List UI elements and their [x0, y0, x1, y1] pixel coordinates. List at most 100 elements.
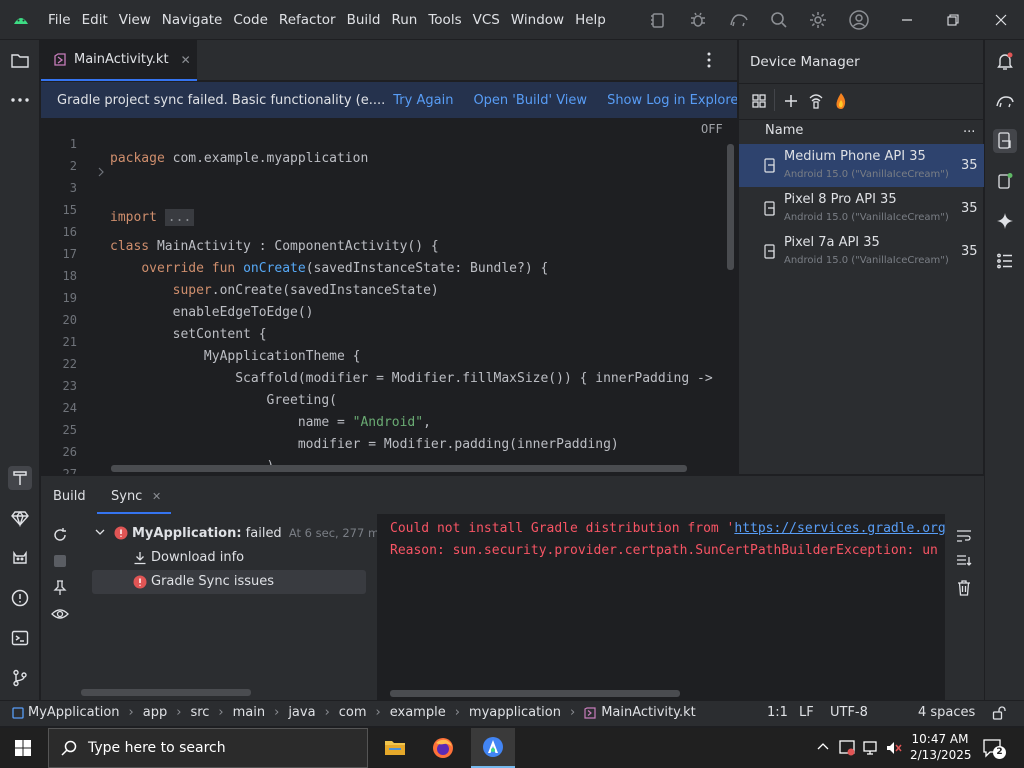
account-icon[interactable]	[848, 9, 870, 31]
open-build-view-link[interactable]: Open 'Build' View	[473, 93, 587, 108]
taskbar-clock[interactable]: 10:47 AM 2/13/2025	[910, 731, 972, 763]
file-explorer-icon[interactable]	[384, 738, 406, 756]
fold-chevron-icon[interactable]	[97, 167, 105, 177]
inlay-hints-off-badge[interactable]: OFF	[701, 122, 723, 136]
breadcrumb-item[interactable]: example	[390, 705, 446, 720]
code-line: 20 setContent {	[41, 294, 737, 342]
device-manager-toolbar-icon[interactable]	[648, 10, 668, 30]
add-device-icon[interactable]	[783, 93, 799, 109]
menu-run[interactable]: Run	[391, 12, 417, 28]
eye-icon[interactable]	[51, 607, 69, 621]
editor-vertical-scrollbar[interactable]	[727, 144, 734, 270]
tree-child-gradle-sync-issues[interactable]: Gradle Sync issues	[92, 570, 366, 594]
breadcrumb-item[interactable]: main	[233, 705, 265, 720]
tree-root-node[interactable]: MyApplication: failed At 6 sec, 277 ms	[132, 526, 385, 541]
stop-icon[interactable]	[54, 555, 66, 567]
build-console-output[interactable]: Could not install Gradle distribution fr…	[377, 514, 945, 701]
problems-icon[interactable]	[8, 586, 32, 610]
tab-build[interactable]: Build	[53, 489, 86, 504]
trash-icon[interactable]	[957, 580, 971, 596]
line-number: 27	[62, 467, 77, 474]
indent-setting[interactable]: 4 spaces	[918, 705, 975, 720]
gemini-sparkle-icon[interactable]	[993, 209, 1017, 233]
tab-main-activity[interactable]: MainActivity.kt ✕	[41, 40, 197, 81]
bug-icon[interactable]	[688, 10, 708, 30]
menu-build[interactable]: Build	[347, 12, 381, 28]
code-editor[interactable]: 1 package com.example.myapplication OFF …	[41, 118, 737, 474]
wifi-pairing-icon[interactable]	[808, 92, 824, 110]
tab-close-icon[interactable]: ✕	[152, 490, 161, 503]
console-horizontal-scrollbar[interactable]	[390, 690, 680, 697]
device-row-medium-phone[interactable]: Medium Phone API 35 Android 15.0 ("Vanil…	[739, 144, 984, 187]
gear-icon[interactable]	[808, 10, 828, 30]
device-manager-stripe-icon[interactable]	[993, 129, 1017, 153]
project-folder-icon[interactable]	[8, 49, 32, 73]
rerun-sync-icon[interactable]	[52, 527, 68, 543]
tree-horizontal-scrollbar[interactable]	[81, 689, 251, 696]
close-button[interactable]	[978, 0, 1024, 40]
tab-sync[interactable]: Sync ✕	[97, 476, 171, 514]
android-studio-taskbar-button[interactable]	[471, 728, 515, 768]
running-devices-icon[interactable]	[993, 169, 1017, 193]
tree-expand-chevron-icon[interactable]	[95, 528, 105, 536]
tab-options-icon[interactable]	[707, 52, 711, 68]
gradle-elephant-icon[interactable]	[993, 89, 1017, 113]
menu-refactor[interactable]: Refactor	[279, 12, 336, 28]
search-icon[interactable]	[769, 10, 789, 30]
security-center-icon[interactable]	[838, 739, 856, 757]
breadcrumb-item[interactable]: myapplication	[469, 705, 561, 720]
restore-button[interactable]	[930, 0, 976, 40]
structure-list-icon[interactable]	[993, 249, 1017, 273]
menu-help[interactable]: Help	[575, 12, 606, 28]
column-header-name[interactable]: Name	[765, 123, 803, 138]
show-log-link[interactable]: Show Log in Explorer	[607, 93, 737, 108]
git-branch-icon[interactable]	[8, 666, 32, 690]
taskbar-search-box[interactable]: Type here to search	[48, 728, 368, 768]
menu-vcs[interactable]: VCS	[473, 12, 500, 28]
scroll-to-end-icon[interactable]	[956, 554, 972, 568]
menu-file[interactable]: File	[48, 12, 71, 28]
breadcrumb-item[interactable]: MyApplication	[28, 705, 120, 720]
device-grid-icon[interactable]	[751, 93, 767, 109]
volume-muted-icon[interactable]	[885, 739, 903, 757]
try-again-link[interactable]: Try Again	[393, 93, 453, 108]
device-row-pixel-7a[interactable]: Pixel 7a API 35 Android 15.0 ("VanillaIc…	[739, 230, 984, 273]
firefox-icon[interactable]	[432, 737, 454, 759]
soft-wrap-icon[interactable]	[956, 529, 972, 543]
breadcrumb-item[interactable]: app	[143, 705, 167, 720]
terminal-icon[interactable]	[8, 626, 32, 650]
minimize-button[interactable]	[884, 0, 930, 40]
notifications-bell-icon[interactable]	[993, 49, 1017, 73]
file-encoding[interactable]: UTF-8	[830, 705, 868, 720]
menu-window[interactable]: Window	[511, 12, 564, 28]
pin-icon[interactable]	[53, 580, 67, 596]
menu-edit[interactable]: Edit	[82, 12, 108, 28]
menu-tools[interactable]: Tools	[428, 12, 461, 28]
caret-position[interactable]: 1:1	[767, 705, 788, 720]
show-hidden-icons-chevron-icon[interactable]	[817, 741, 829, 751]
column-options-icon[interactable]: ...	[963, 121, 975, 136]
breadcrumb-item[interactable]: MainActivity.kt	[601, 705, 696, 720]
breadcrumb-item[interactable]: com	[339, 705, 367, 720]
breadcrumb-item[interactable]: java	[288, 705, 315, 720]
breadcrumb-item[interactable]: src	[190, 705, 209, 720]
menu-navigate[interactable]: Navigate	[162, 12, 223, 28]
device-row-pixel-8-pro[interactable]: Pixel 8 Pro API 35 Android 15.0 ("Vanill…	[739, 187, 984, 230]
menu-view[interactable]: View	[119, 12, 151, 28]
lock-icon[interactable]	[992, 706, 1006, 720]
gradle-distribution-link[interactable]: https://services.gradle.org	[734, 521, 945, 536]
tab-close-icon[interactable]: ✕	[181, 53, 191, 67]
editor-horizontal-scrollbar[interactable]	[111, 465, 687, 472]
windows-start-icon[interactable]	[15, 740, 31, 756]
line-separator[interactable]: LF	[799, 705, 814, 720]
network-icon[interactable]	[862, 739, 880, 757]
gem-icon[interactable]	[8, 506, 32, 530]
more-tools-icon[interactable]	[8, 88, 32, 112]
build-hammer-icon[interactable]	[8, 466, 32, 490]
android-cat-icon[interactable]	[8, 546, 32, 570]
firebase-icon[interactable]	[834, 92, 848, 110]
notification-center-icon[interactable]: 2	[982, 738, 1006, 759]
sync-gradle-icon[interactable]	[728, 10, 750, 30]
tree-child-download-info[interactable]: Download info	[151, 550, 244, 565]
menu-code[interactable]: Code	[233, 12, 268, 28]
